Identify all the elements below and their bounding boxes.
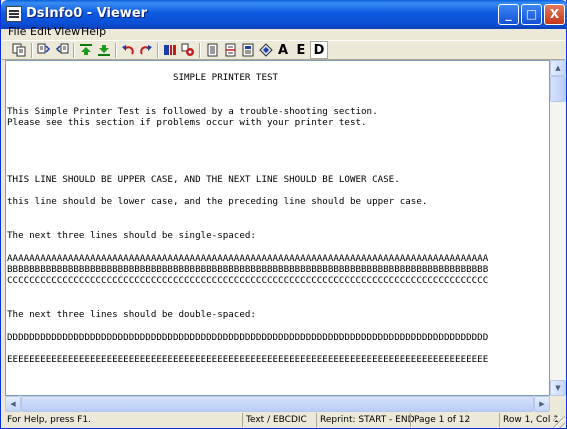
bottom-icon[interactable] <box>95 41 113 59</box>
window-title: DsInfo0 - Viewer <box>26 6 148 21</box>
undo-icon[interactable] <box>119 41 137 59</box>
toolbar-separator <box>115 43 117 58</box>
menu-help[interactable]: Help <box>81 25 106 38</box>
close-button[interactable]: X <box>544 4 565 25</box>
document-line: The next three lines should be single-sp… <box>7 230 256 242</box>
resize-grip[interactable] <box>553 416 565 428</box>
menu-bar: File Edit View Help <box>2 24 565 40</box>
menu-edit[interactable]: Edit <box>30 25 51 38</box>
document-line: AAAAAAAAAAAAAAAAAAAAAAAAAAAAAAAAAAAAAAAA… <box>7 252 489 264</box>
minimize-button[interactable]: _ <box>498 4 519 25</box>
document-text: SIMPLE PRINTER TEST This Simple Printer … <box>7 72 488 366</box>
page-break-icon[interactable] <box>221 41 239 59</box>
toolbar: A E D <box>2 40 565 60</box>
doc-icon[interactable] <box>239 41 257 59</box>
scroll-thumb[interactable] <box>550 76 566 102</box>
find-icon[interactable] <box>35 41 53 59</box>
status-encoding: Text / EBCDIC <box>242 413 316 427</box>
toolbar-separator <box>31 43 33 58</box>
document-line: CCCCCCCCCCCCCCCCCCCCCCCCCCCCCCCCCCCCCCCC… <box>7 275 489 287</box>
vertical-scrollbar[interactable]: ▲ ▼ <box>550 60 566 396</box>
redo-icon[interactable] <box>137 41 155 59</box>
document-line: DDDDDDDDDDDDDDDDDDDDDDDDDDDDDDDDDDDDDDDD… <box>7 331 489 343</box>
horizontal-scroll-thumb[interactable] <box>21 396 534 412</box>
document-line: BBBBBBBBBBBBBBBBBBBBBBBBBBBBBBBBBBBBBBBB… <box>7 264 489 276</box>
scroll-down-button[interactable]: ▼ <box>550 380 566 396</box>
print-icon[interactable] <box>161 41 179 59</box>
letter-a-button[interactable]: A <box>274 41 292 59</box>
maximize-button[interactable]: □ <box>521 4 542 25</box>
top-icon[interactable] <box>77 41 95 59</box>
diamond-icon[interactable] <box>257 41 275 59</box>
scroll-corner <box>550 396 566 412</box>
scroll-up-button[interactable]: ▲ <box>550 60 566 76</box>
viewer-window: DsInfo0 - Viewer _ □ X File Edit View He… <box>0 0 567 429</box>
scroll-left-button[interactable]: ◀ <box>5 396 21 412</box>
toolbar-separator <box>199 43 201 58</box>
document-line: this line should be lower case, and the … <box>7 196 428 208</box>
scroll-right-button[interactable]: ▶ <box>534 396 550 412</box>
toolbar-separator <box>157 43 159 58</box>
letter-d-button[interactable]: D <box>310 41 328 59</box>
document-view[interactable]: SIMPLE PRINTER TEST This Simple Printer … <box>5 60 550 396</box>
status-reprint: Reprint: START - END <box>316 413 415 427</box>
letter-e-button[interactable]: E <box>292 41 310 59</box>
toolbar-separator <box>73 43 75 58</box>
document-line: EEEEEEEEEEEEEEEEEEEEEEEEEEEEEEEEEEEEEEEE… <box>7 354 489 366</box>
document-line: The next three lines should be double-sp… <box>7 309 256 321</box>
menu-view[interactable]: View <box>54 25 80 38</box>
document-line: THIS LINE SHOULD BE UPPER CASE, AND THE … <box>7 173 400 185</box>
copy-icon[interactable] <box>10 41 28 59</box>
document-line: SIMPLE PRINTER TEST <box>7 72 279 83</box>
status-help-text: For Help, press F1. <box>7 415 91 425</box>
settings-icon[interactable] <box>179 41 197 59</box>
app-icon[interactable] <box>6 6 22 22</box>
page-icon[interactable] <box>203 41 221 59</box>
horizontal-scrollbar[interactable]: ◀ ▶ <box>5 396 550 412</box>
document-line: Please see this section if problems occu… <box>7 117 367 129</box>
status-bar: For Help, press F1. Text / EBCDIC Reprin… <box>2 412 565 428</box>
status-page: Page 1 of 12 <box>410 413 497 427</box>
find-next-icon[interactable] <box>53 41 71 59</box>
menu-file[interactable]: File <box>8 25 26 38</box>
document-line: This Simple Printer Test is followed by … <box>7 105 378 117</box>
